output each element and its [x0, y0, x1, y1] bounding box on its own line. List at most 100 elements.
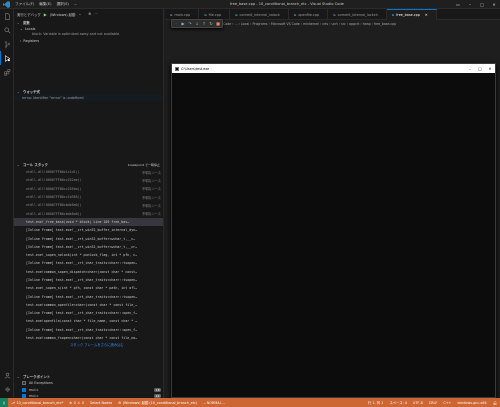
console-close-button[interactable]: ✕: [485, 64, 495, 73]
warning-count: 0: [81, 400, 85, 405]
tab-label: file.cpp: [208, 12, 222, 17]
frame-name: [Inline Frame] test.exe!__crt_char_trait…: [26, 294, 138, 299]
console-title: C:\Users\test.exe: [181, 66, 210, 71]
callstack-frame[interactable]: test.exe!common_sopen_dispatch<char>(con…: [14, 268, 163, 276]
activity-bar: [0, 9, 14, 398]
launch-settings-gear-icon[interactable]: ⚙: [88, 12, 91, 16]
console-minimize-button[interactable]: –: [465, 64, 475, 73]
menu-bar: ファイル(F) 編集(E) 選択(S) …: [12, 2, 77, 7]
tab-2[interactable]: Gcommit_internal_nolock: [230, 9, 289, 20]
debug-target-item[interactable]: ⚙ (Windows) 起動 (10_conditional_branch_et…: [115, 400, 200, 406]
callstack-frame[interactable]: ntdll.dll!00007FFB0cbde8a0() 不明なソース: [14, 201, 163, 209]
explorer-icon[interactable]: [0, 9, 14, 23]
watch-section-header[interactable]: ⌄ ウォッチ式: [14, 88, 163, 95]
frame-source: 不明なソース: [142, 178, 161, 183]
frame-name: test.exe!common_fsopen<char>(const char …: [26, 336, 138, 341]
callstack-frame[interactable]: [Inline Frame] test.exe!__crt_char_trait…: [14, 326, 163, 334]
callstack-frame[interactable]: test.exe!_free_base(void * block) Line 1…: [14, 217, 163, 227]
menu-file[interactable]: ファイル(F): [15, 2, 34, 7]
breakpoints-section-header[interactable]: ⌄ ブレークポイント: [14, 373, 163, 380]
remote-indicator-icon[interactable]: ⟩⟨: [0, 398, 8, 407]
run-toolbar: 実行とデバッグ ▶ (Windows) 起動 ⌄ ⚙ ⋯: [14, 9, 163, 19]
callstack-frame[interactable]: test.exe!common_openfile<char>(const cha…: [14, 301, 163, 309]
callstack-frame[interactable]: [Inline Frame] test.exe!__crt_win32_buff…: [14, 243, 163, 251]
tab-3[interactable]: Gopenfile.cpp: [289, 9, 329, 20]
debug-sidebar: 実行とデバッグ ▶ (Windows) 起動 ⌄ ⚙ ⋯ ⌄ 変数 ⌄ Loca…: [14, 9, 164, 398]
tab-5[interactable]: Gfree_base.cpp ✕: [386, 9, 437, 20]
language-mode[interactable]: C++: [440, 400, 454, 405]
callstack-frame[interactable]: [Inline Frame] test.exe!__crt_char_trait…: [14, 276, 163, 284]
launch-config-select[interactable]: (Windows) 起動: [50, 12, 76, 17]
maximize-button[interactable]: □: [476, 0, 488, 9]
frame-name: test.exe!_sopen_s(int * pfh, const char …: [26, 286, 138, 291]
callstack-frame[interactable]: test.exe!_sopen_nolock(int * punlock_fla…: [14, 251, 163, 259]
menu-edit[interactable]: 編集(E): [39, 2, 51, 7]
callstack-frame[interactable]: ntdll.dll!00007FFB0cc255ba() 不明なソース: [14, 185, 163, 193]
more-actions-icon[interactable]: ⋯: [94, 12, 97, 16]
callstack-frame[interactable]: test.exe!_sopen_s(int * pfh, const char …: [14, 284, 163, 292]
platform-config[interactable]: windows-gcc-x64: [454, 400, 489, 405]
frame-name: ntdll.dll!00007FFB0cc255ba(): [26, 186, 82, 191]
indentation[interactable]: スペース: 4: [386, 400, 410, 405]
layout-icon[interactable]: ▭: [452, 0, 464, 9]
account-icon[interactable]: [0, 368, 14, 382]
branch-indicator[interactable]: ⎇ 10_conditional_branch_etc*: [8, 401, 66, 405]
start-debugging-icon[interactable]: ▶: [44, 12, 47, 17]
frame-source: 不明なソース: [142, 187, 161, 192]
problems-indicator[interactable]: ⊗ 0 ⚠ 0: [66, 401, 87, 405]
drag-handle-icon[interactable]: ⋮: [173, 21, 179, 27]
console-maximize-button[interactable]: □: [475, 64, 485, 73]
console-title-bar[interactable]: C:\Users\test.exe: [172, 64, 495, 73]
callstack-list: ntdll.dll!00007FFB0c1c1d1() 不明なソース ntdll.d…: [14, 168, 163, 342]
line-ending[interactable]: CRLF: [426, 400, 441, 405]
close-button[interactable]: ✕: [488, 0, 500, 9]
variables-section-header[interactable]: ⌄ 変数: [14, 19, 163, 26]
tab-4[interactable]: Gcommit_internal_lockch: [328, 9, 387, 20]
callstack-frame[interactable]: ntdll.dll!00007FFB0cc1b385() 不明なソース: [14, 193, 163, 201]
callstack-frame[interactable]: ntdll.dll!00007FFB0c1c1d1() 不明なソース: [14, 168, 163, 176]
callstack-frame[interactable]: [Inline Frame] test.exe!__crt_win32_buff…: [14, 234, 163, 242]
breakpoint-checkbox[interactable]: [22, 387, 26, 392]
load-more-frames-link[interactable]: スタック フレームをさらに読み込む: [14, 342, 163, 348]
callstack-frame[interactable]: ntdll.dll!00007FFB0cc252ae() 不明なソース: [14, 176, 163, 184]
variables-title: 変数: [23, 21, 30, 25]
breakpoint-checkbox[interactable]: [22, 381, 26, 386]
callstack-frame[interactable]: [Inline Frame] test.exe!__crt_char_trait…: [14, 292, 163, 300]
select-nodes-item[interactable]: Select Nodes: [87, 401, 115, 405]
debug-toolbar: ⋮ ▶ ↷ ↓ ↑ ↻ ■: [171, 19, 223, 28]
menu-more[interactable]: …: [74, 2, 78, 7]
locals-title: Locals: [24, 27, 36, 31]
search-icon[interactable]: [0, 23, 14, 37]
cursor-position[interactable]: 行 1, 列 1: [365, 400, 386, 405]
run-debug-icon[interactable]: [0, 51, 14, 65]
cpp-file-icon: G: [204, 12, 207, 17]
callstack-frame[interactable]: [Inline Frame] test.exe!__crt_char_trait…: [14, 259, 163, 267]
notifications-bell-icon[interactable]: 🔔︎: [490, 400, 500, 405]
source-control-icon[interactable]: [0, 37, 14, 51]
console-window[interactable]: C:\Users\test.exe – □ ✕: [171, 63, 496, 398]
frame-name: [Inline Frame] test.exe!__crt_char_trait…: [26, 261, 138, 266]
callstack-frame[interactable]: [Inline Frame] test.exe!__crt_win32_buff…: [14, 226, 163, 234]
step-over-icon[interactable]: ↷: [187, 21, 193, 27]
encoding[interactable]: UTF-8: [410, 400, 426, 405]
callstack-frame[interactable]: test.exe!common_fsopen<char>(const char …: [14, 334, 163, 342]
step-into-icon[interactable]: ↓: [194, 21, 200, 27]
callstack-section-header[interactable]: ⌄ コール スタック breakpoint で一時停止: [14, 161, 163, 168]
continue-icon[interactable]: ▶: [180, 21, 186, 27]
extensions-icon[interactable]: [0, 65, 14, 79]
callstack-frame[interactable]: [Inline Frame] test.exe!__crt_char_trait…: [14, 309, 163, 317]
chevron-down-icon[interactable]: ⌄: [78, 12, 81, 16]
frame-name: ntdll.dll!00007FFB0cc1b385(): [26, 195, 82, 200]
window-title: free_base.cpp - 10_conditional_branch_et…: [230, 2, 344, 6]
manage-gear-icon[interactable]: [0, 382, 14, 396]
callstack-frame[interactable]: ntdll.dll!00007FFB0cbde8a0() 不明なソース: [14, 209, 163, 217]
close-tab-icon[interactable]: ✕: [425, 13, 428, 17]
minimize-button[interactable]: –: [464, 0, 476, 9]
watch-expression[interactable]: errno: identifier "errno" is undefined: [14, 95, 163, 101]
callstack-frame[interactable]: test.exe!openfile(const char * file_name…: [14, 317, 163, 325]
step-out-icon[interactable]: ↑: [201, 21, 207, 27]
menu-selection[interactable]: 選択(S): [57, 2, 69, 7]
frame-name: test.exe!openfile(const char * file_name…: [26, 319, 138, 324]
stop-icon[interactable]: ■: [215, 21, 221, 27]
restart-icon[interactable]: ↻: [208, 21, 214, 27]
